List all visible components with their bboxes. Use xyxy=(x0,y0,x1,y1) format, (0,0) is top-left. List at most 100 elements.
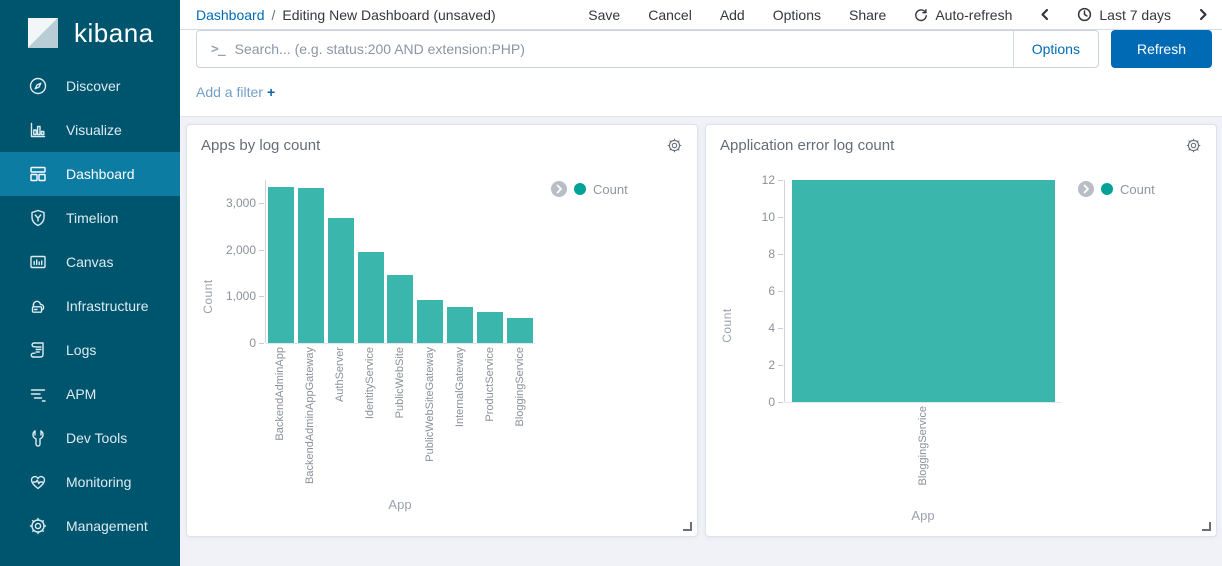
bar-chart: Count 0 1,000 2,000 3,000 Count BackendAdmi… xyxy=(187,180,697,512)
legend-series-label: Count xyxy=(593,182,628,197)
search-input[interactable] xyxy=(235,31,1013,67)
apm-lines-icon xyxy=(28,384,48,404)
bar[interactable] xyxy=(477,312,503,343)
compass-icon xyxy=(28,76,48,96)
gear-icon xyxy=(28,516,48,536)
y-axis-tick-label: 0 xyxy=(768,395,775,409)
x-axis-tick-label: ProductService xyxy=(484,347,496,422)
sidebar-item-label: Discover xyxy=(66,78,120,94)
sidebar-item-dev-tools[interactable]: Dev Tools xyxy=(0,416,180,460)
y-axis-tick-label: 2,000 xyxy=(226,243,256,257)
y-axis-title: Count xyxy=(201,279,215,314)
y-axis-tick-label: 3,000 xyxy=(226,196,256,210)
options-button[interactable]: Options xyxy=(773,7,821,23)
sidebar-item-apm[interactable]: APM xyxy=(0,372,180,416)
query-bar: >_ Options Refresh xyxy=(180,30,1222,74)
y-axis-title: Count xyxy=(720,308,734,343)
panel-resize-handle[interactable] xyxy=(1202,522,1211,531)
panel-options-gear-icon[interactable] xyxy=(666,137,683,154)
dashboard-grid: Apps by log count Count 0 1,000 2,000 3,000 xyxy=(180,117,1222,566)
save-button[interactable]: Save xyxy=(588,7,620,23)
x-axis-tick-label: BloggingService xyxy=(514,347,526,427)
sidebar-item-label: Canvas xyxy=(66,254,113,270)
panel-options-gear-icon[interactable] xyxy=(1185,137,1202,154)
y-axis: 01,0002,0003,000 xyxy=(219,180,265,343)
add-button[interactable]: Add xyxy=(720,7,745,23)
bar[interactable] xyxy=(792,180,1055,402)
legend-series-label: Count xyxy=(1120,182,1155,197)
sidebar-nav: Discover Visualize Dashboard Timelion xyxy=(0,64,180,548)
sidebar-item-label: Timelion xyxy=(66,210,118,226)
sidebar-item-logs[interactable]: Logs xyxy=(0,328,180,372)
cancel-button[interactable]: Cancel xyxy=(648,7,692,23)
legend-series-dot xyxy=(1101,183,1113,195)
sidebar-item-timelion[interactable]: Timelion xyxy=(0,196,180,240)
refresh-button[interactable]: Refresh xyxy=(1111,30,1212,68)
x-axis-tick-label: BackendAdminAppGateway xyxy=(304,347,316,484)
time-back-button[interactable] xyxy=(1040,8,1049,21)
legend-expand-icon[interactable] xyxy=(551,181,567,197)
panel-header: Apps by log count xyxy=(187,125,697,158)
bar[interactable] xyxy=(387,275,413,343)
y-axis-tick-label: 4 xyxy=(768,321,775,335)
x-axis-tick-label: InternalGateway xyxy=(454,347,466,427)
plot-area xyxy=(265,180,535,343)
sidebar-item-infrastructure[interactable]: Infrastructure xyxy=(0,284,180,328)
legend-expand-icon[interactable] xyxy=(1078,181,1094,197)
picture-frame-icon xyxy=(28,252,48,272)
x-axis-tick-label: PublicWebSiteGateway xyxy=(424,347,436,462)
bar[interactable] xyxy=(328,218,354,343)
query-options-link[interactable]: Options xyxy=(1013,31,1098,67)
refresh-icon xyxy=(914,8,928,22)
breadcrumb-current: Editing New Dashboard (unsaved) xyxy=(282,7,495,23)
breadcrumb: Dashboard / Editing New Dashboard (unsav… xyxy=(196,7,496,23)
x-axis-labels: BackendAdminAppBackendAdminAppGatewayAut… xyxy=(265,343,535,491)
y-axis-tick-label: 8 xyxy=(768,247,775,261)
y-axis-tick-label: 1,000 xyxy=(226,289,256,303)
bar[interactable] xyxy=(507,318,533,343)
bar[interactable] xyxy=(358,252,384,343)
chart-legend[interactable]: Count xyxy=(1078,180,1155,198)
time-range-label: Last 7 days xyxy=(1099,7,1171,23)
sidebar-item-canvas[interactable]: Canvas xyxy=(0,240,180,284)
breadcrumb-separator: / xyxy=(272,7,276,23)
add-filter-link[interactable]: Add a filter+ xyxy=(196,84,275,100)
y-axis-tick-label: 10 xyxy=(762,210,775,224)
x-axis-tick-label: BackendAdminApp xyxy=(274,347,286,441)
logo-text: kibana xyxy=(74,18,154,49)
breadcrumb-dashboard-link[interactable]: Dashboard xyxy=(196,7,265,23)
sidebar-item-discover[interactable]: Discover xyxy=(0,64,180,108)
kibana-logo[interactable]: kibana xyxy=(0,0,180,64)
top-navigation: Dashboard / Editing New Dashboard (unsav… xyxy=(180,0,1222,30)
y-axis-tick-label: 12 xyxy=(762,173,775,187)
sidebar-item-label: Monitoring xyxy=(66,474,131,490)
legend-series-dot xyxy=(574,183,586,195)
bar[interactable] xyxy=(268,187,294,343)
time-range-button[interactable]: Last 7 days xyxy=(1077,7,1171,23)
topnav-actions: Save Cancel Add Options Share Auto-refre… xyxy=(588,7,1208,23)
y-axis-tick-label: 6 xyxy=(768,284,775,298)
y-axis-tick-label: 0 xyxy=(249,336,256,350)
main-content: Dashboard / Editing New Dashboard (unsav… xyxy=(180,0,1222,566)
auto-refresh-button[interactable]: Auto-refresh xyxy=(914,7,1012,23)
sidebar-item-visualize[interactable]: Visualize xyxy=(0,108,180,152)
cloud-server-icon xyxy=(28,296,48,316)
plus-icon: + xyxy=(267,84,275,100)
sidebar-item-monitoring[interactable]: Monitoring xyxy=(0,460,180,504)
panel-resize-handle[interactable] xyxy=(683,522,692,531)
time-forward-button[interactable] xyxy=(1199,8,1208,21)
sidebar-item-management[interactable]: Management xyxy=(0,504,180,548)
sidebar-item-label: Visualize xyxy=(66,122,122,138)
share-button[interactable]: Share xyxy=(849,7,886,23)
bar[interactable] xyxy=(298,188,324,343)
shield-icon xyxy=(28,208,48,228)
kibana-logo-icon xyxy=(26,16,60,50)
chart-legend[interactable]: Count xyxy=(551,180,628,198)
terminal-prompt-icon: >_ xyxy=(197,42,235,57)
x-axis-tick-label: PublicWebSite xyxy=(394,347,406,418)
sidebar-item-dashboard[interactable]: Dashboard xyxy=(0,152,180,196)
dashboard-grid-icon xyxy=(28,164,48,184)
x-axis-tick-label: IdentityService xyxy=(364,347,376,419)
bar[interactable] xyxy=(417,300,443,343)
bar[interactable] xyxy=(447,307,473,343)
